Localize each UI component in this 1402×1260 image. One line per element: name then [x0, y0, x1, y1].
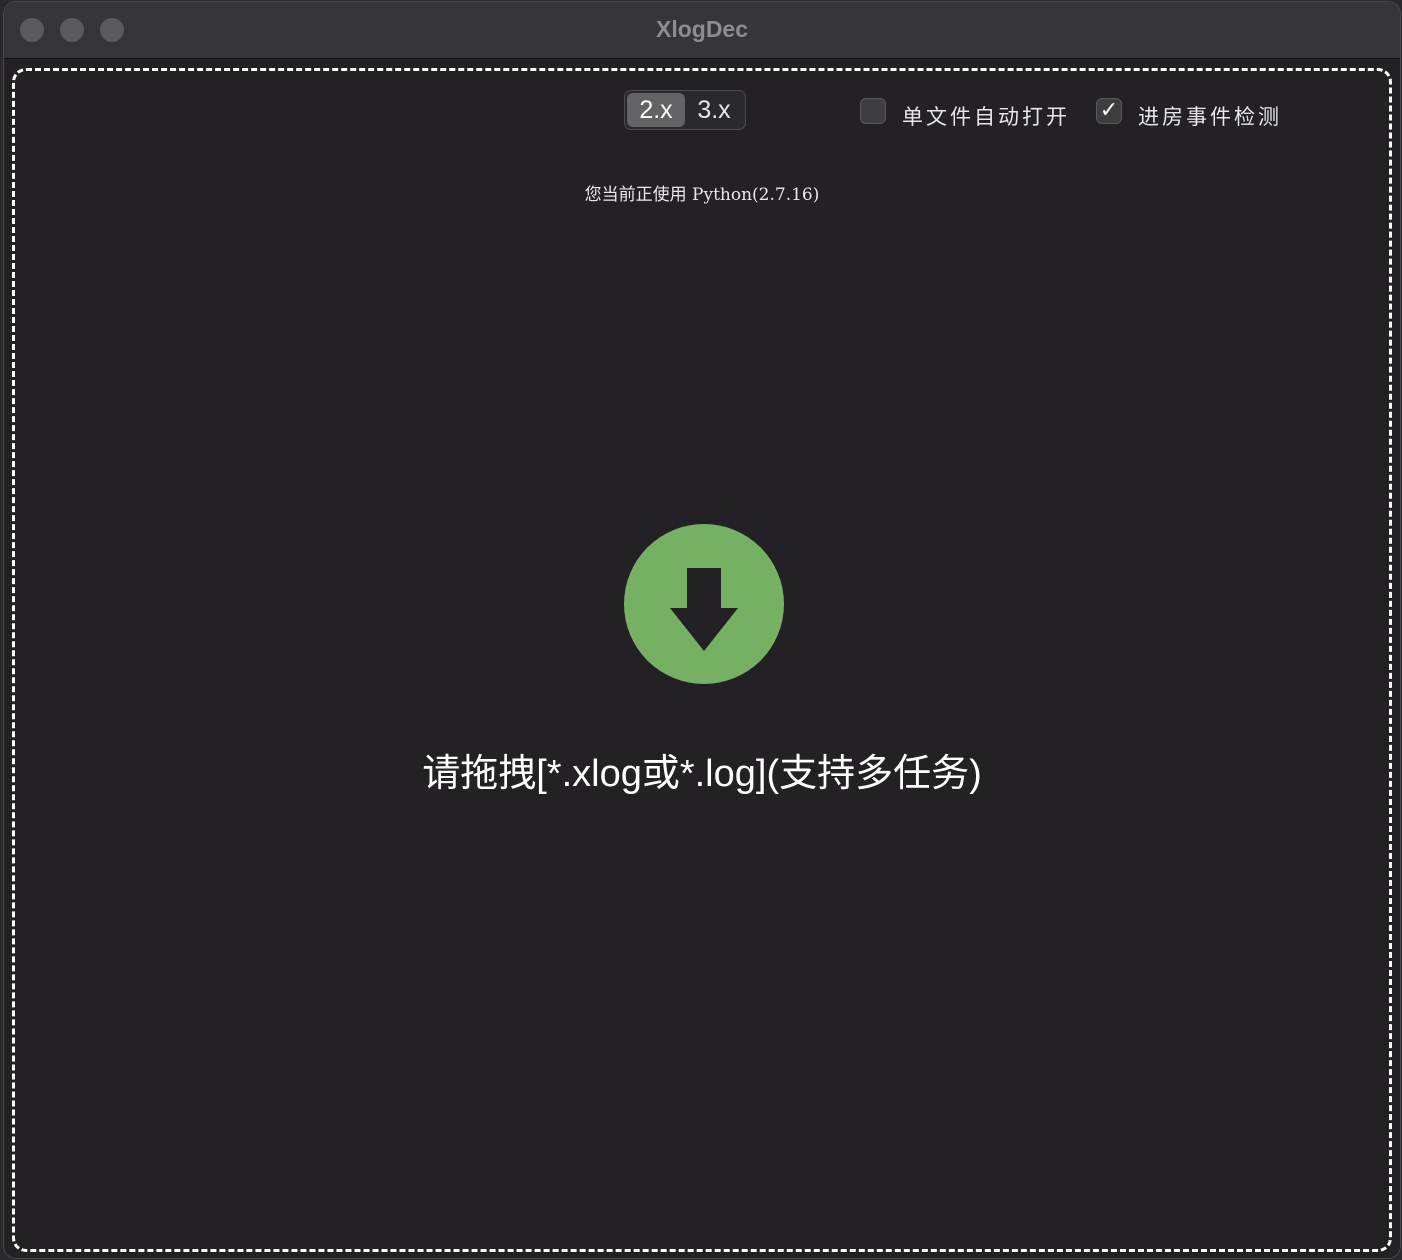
- python-version-info: 您当前正使用 Python(2.7.16): [584, 185, 820, 205]
- auto-open-label[interactable]: 单文件自动打开: [902, 101, 1070, 131]
- checkmark-icon: ✓: [1099, 98, 1119, 123]
- title-bar: XlogDec: [4, 2, 1400, 59]
- room-event-check-label[interactable]: 进房事件检测: [1138, 101, 1282, 131]
- version-3x-segment[interactable]: 3.x: [685, 93, 743, 127]
- drop-hint-text: 请拖拽[*.xlog或*.log](支持多任务): [422, 753, 982, 795]
- room-event-check-checkbox[interactable]: ✓: [1096, 98, 1122, 124]
- version-segmented-control: 2.x 3.x: [624, 90, 746, 130]
- download-arrow-icon: [624, 524, 784, 684]
- app-window: XlogDec 2.x 3.x 单文件自动打开 ✓ 进房事件检测 您当前正使用 …: [4, 2, 1400, 1258]
- window-title: XlogDec: [655, 16, 749, 42]
- version-2x-segment[interactable]: 2.x: [627, 93, 685, 127]
- auto-open-checkbox[interactable]: [860, 98, 886, 124]
